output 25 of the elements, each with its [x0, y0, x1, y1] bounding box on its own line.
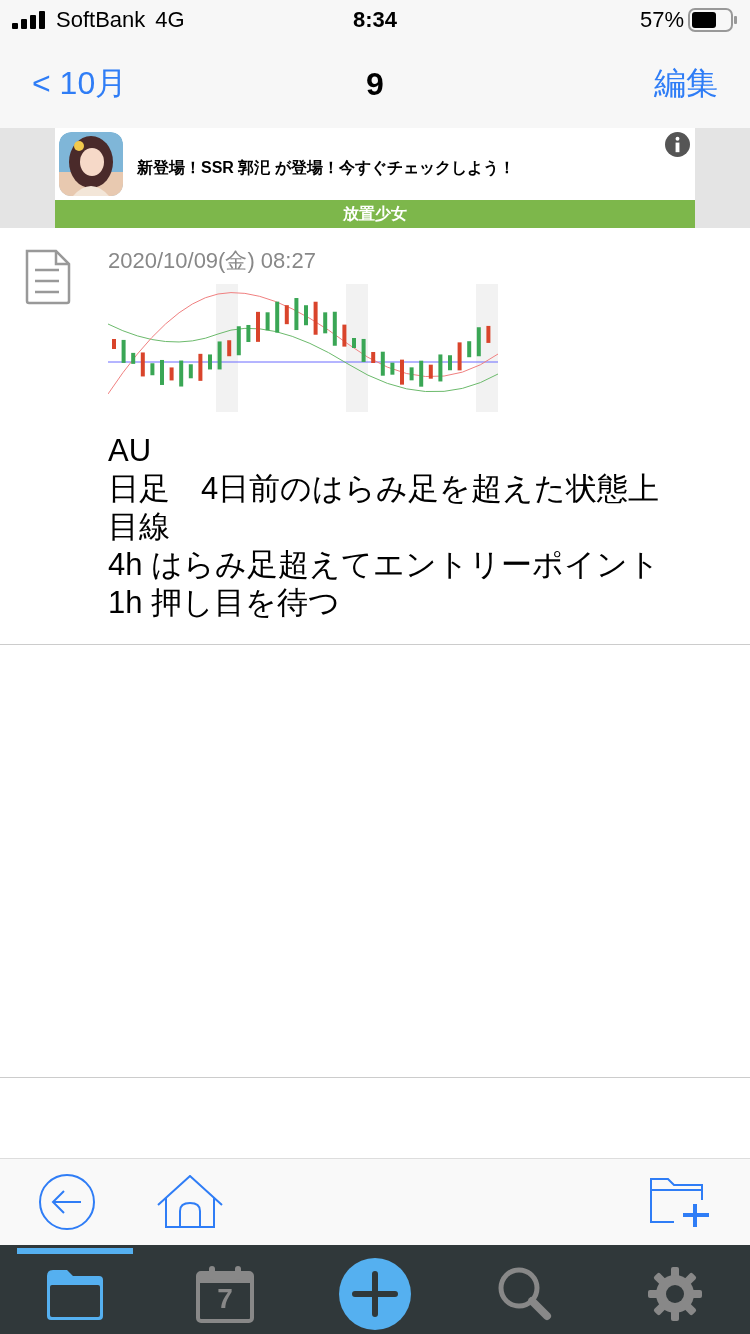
ad-footer: 放置少女: [55, 200, 695, 228]
settings-icon: [647, 1266, 703, 1322]
calendar-day: 7: [217, 1285, 233, 1313]
plus-icon: [339, 1258, 411, 1330]
ad-text: 新登場！SSR 郭汜 が登場！今すぐチェックしよう！: [137, 157, 515, 179]
signal-icon: [12, 11, 46, 29]
ad-banner[interactable]: 新登場！SSR 郭汜 が登場！今すぐチェックしよう！ 放置少女: [55, 128, 695, 228]
battery-icon: [688, 8, 738, 32]
back-button[interactable]: < 10月: [32, 62, 128, 106]
home-icon[interactable]: [156, 1175, 224, 1229]
entry-date: 2020/10/09(金) 08:27: [108, 248, 317, 274]
network-type: 4G: [155, 7, 185, 33]
calendar-tab[interactable]: 7: [167, 1248, 283, 1334]
calendar-icon: [195, 1265, 255, 1323]
new-folder-icon[interactable]: [648, 1176, 712, 1228]
edit-button[interactable]: 編集: [654, 62, 718, 106]
document-icon: [24, 248, 72, 306]
carrier-name: SoftBank: [56, 7, 146, 33]
back-icon[interactable]: [38, 1173, 96, 1231]
search-icon: [497, 1266, 553, 1322]
clock: 8:34: [353, 7, 397, 33]
battery-percent: 57%: [639, 7, 684, 33]
info-icon[interactable]: [665, 132, 690, 157]
note-text: AU 日足 4日前のはらみ足を超えた状態上目線 4h はらみ足超えてエントリーポイント 1h 押し目を待つ: [108, 432, 662, 622]
page-title: 9: [366, 65, 384, 103]
